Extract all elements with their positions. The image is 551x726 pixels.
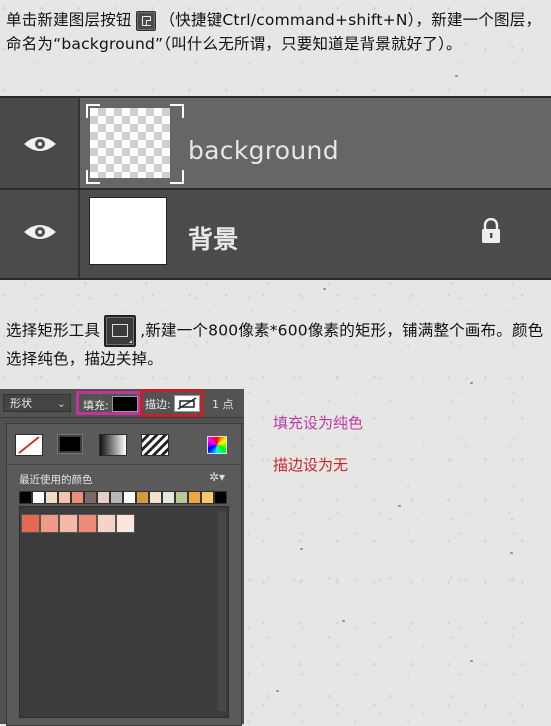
fill-type-gradient-button[interactable] — [99, 434, 127, 456]
layer-row-bg-locked[interactable]: 背景 — [0, 188, 551, 278]
paper-speck — [398, 505, 401, 507]
eye-icon — [24, 225, 56, 239]
rectangle-tool-icon — [104, 315, 137, 347]
color-swatch[interactable] — [97, 491, 110, 504]
layer-name-bg[interactable]: 背景 — [188, 220, 239, 256]
step2-paragraph: 选择矩形工具 ,新建一个800像素*600像素的矩形，铺满整个画布。颜色选择纯色，… — [6, 315, 546, 371]
color-picker-button[interactable] — [207, 436, 227, 454]
fill-type-pattern-button[interactable] — [141, 434, 169, 456]
eye-icon — [24, 137, 56, 151]
fill-highlight: 填充: — [76, 391, 140, 415]
intro-text-1: 单击新建图层按钮 — [6, 11, 132, 29]
paper-speck — [455, 75, 458, 77]
shape-mode-select[interactable]: 形状 ⌄ — [3, 394, 71, 412]
gear-icon[interactable]: ✲▾ — [209, 470, 225, 484]
swatch-row — [21, 514, 135, 533]
color-swatch[interactable] — [162, 491, 175, 504]
paper-speck — [300, 548, 303, 550]
color-swatch[interactable] — [97, 514, 116, 533]
visibility-toggle[interactable] — [0, 190, 80, 278]
selection-corner — [86, 170, 100, 184]
color-swatch[interactable] — [201, 491, 214, 504]
solid-color-icon — [60, 437, 80, 451]
color-swatch[interactable] — [214, 491, 227, 504]
lock-icon — [482, 218, 500, 243]
paper-speck — [276, 690, 279, 692]
divider — [7, 464, 241, 465]
color-swatch[interactable] — [136, 491, 149, 504]
color-swatch[interactable] — [32, 491, 45, 504]
color-swatch[interactable] — [78, 514, 97, 533]
paper-speck — [510, 552, 513, 554]
swatch-grid — [19, 506, 229, 718]
paper-speck — [342, 620, 345, 622]
paper-speck — [470, 382, 473, 384]
color-swatch[interactable] — [21, 514, 40, 533]
color-swatch[interactable] — [188, 491, 201, 504]
chevron-down-icon: ⌄ — [56, 397, 66, 410]
fill-type-none-button[interactable] — [15, 434, 43, 456]
color-swatch[interactable] — [110, 491, 123, 504]
color-swatch[interactable] — [45, 491, 58, 504]
shape-mode-value: 形状 — [10, 397, 32, 410]
color-swatch[interactable] — [58, 491, 71, 504]
layer-thumbnail-white — [90, 198, 166, 264]
paper-speck — [323, 288, 326, 290]
fill-label: 填充: — [83, 399, 109, 412]
selection-corner — [170, 170, 184, 184]
fill-type-solid-button[interactable] — [57, 434, 83, 454]
layer-row-background[interactable]: background — [0, 98, 551, 188]
color-swatch[interactable] — [71, 491, 84, 504]
new-layer-icon — [135, 10, 156, 31]
paper-speck — [470, 660, 473, 662]
color-swatch[interactable] — [40, 514, 59, 533]
intro-paragraph: 单击新建图层按钮 （快捷键Ctrl/command+shift+N），新建一个图层… — [6, 8, 546, 56]
fill-color-swatch[interactable] — [112, 396, 138, 412]
color-swatch[interactable] — [123, 491, 136, 504]
no-fill-icon — [18, 436, 40, 454]
color-swatch[interactable] — [149, 491, 162, 504]
layer-thumbnail-transparent — [90, 108, 170, 178]
stroke-width-value[interactable]: 1 点 — [212, 396, 234, 412]
visibility-toggle[interactable] — [0, 98, 80, 188]
stroke-highlight: 描边: — [140, 389, 204, 417]
swatch-scrollbar[interactable] — [218, 511, 226, 711]
options-bar: 形状 ⌄ 填充: 描边: 1 点 — [0, 389, 244, 418]
color-swatch[interactable] — [19, 491, 32, 504]
annotation-fill: 填充设为纯色 — [273, 414, 364, 432]
shape-options-panel: 形状 ⌄ 填充: 描边: 1 点 最近使用的颜色 ✲▾ — [0, 389, 244, 726]
selection-corner — [170, 104, 184, 118]
step2-text-1: 选择矩形工具 — [6, 321, 101, 340]
recent-colors-label: 最近使用的颜色 — [19, 474, 93, 486]
recent-colors-row — [19, 491, 227, 504]
stroke-label: 描边: — [145, 398, 171, 411]
stroke-color-swatch[interactable] — [174, 395, 200, 412]
layer-name-background[interactable]: background — [188, 136, 339, 165]
layers-panel: background 背景 — [0, 96, 551, 280]
color-swatch[interactable] — [175, 491, 188, 504]
no-stroke-icon — [177, 397, 197, 410]
fill-picker-popup: 最近使用的颜色 ✲▾ — [6, 423, 242, 726]
color-swatch[interactable] — [116, 514, 135, 533]
annotation-stroke: 描边设为无 — [273, 456, 349, 474]
color-swatch[interactable] — [59, 514, 78, 533]
color-swatch[interactable] — [84, 491, 97, 504]
selection-corner — [86, 104, 100, 118]
